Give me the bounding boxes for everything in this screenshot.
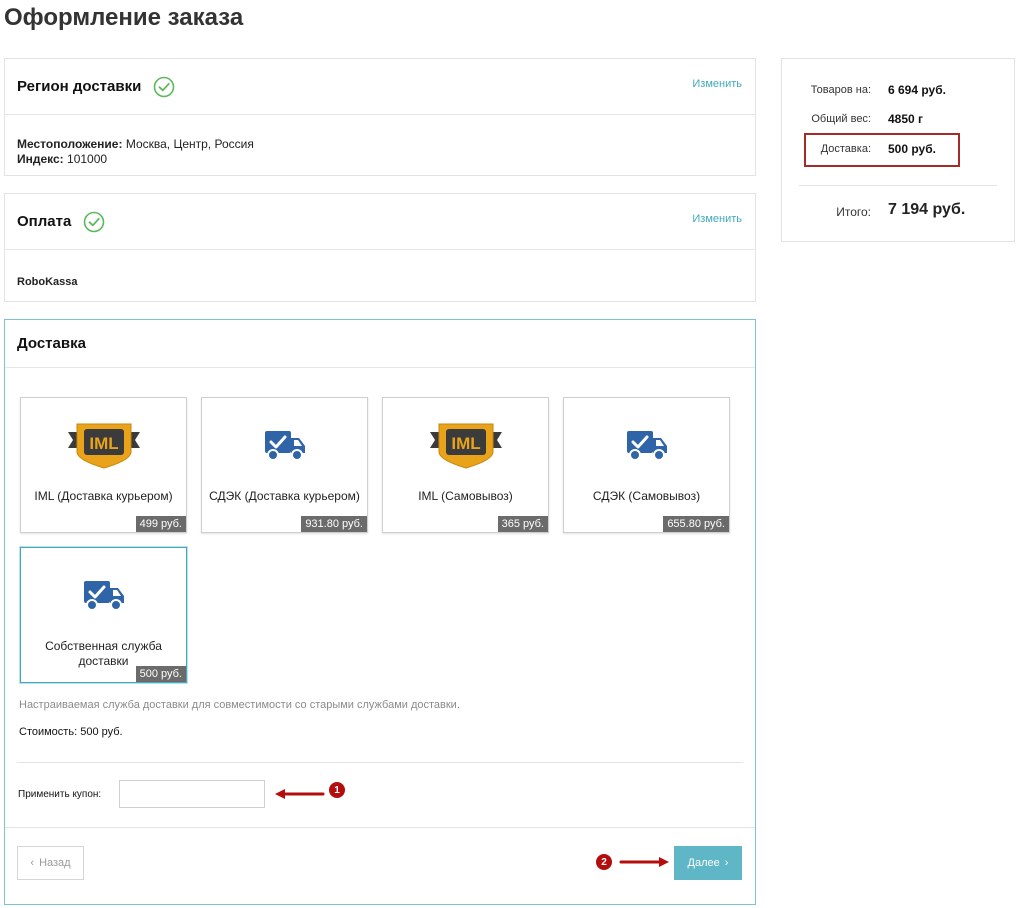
delivery-option-name: IML (Самовывоз): [418, 489, 513, 503]
index-line: Индекс: 101000: [17, 152, 743, 167]
annotation-badge-1: 1: [329, 782, 345, 798]
delivery-description: Настраиваемая служба доставки для совмес…: [19, 699, 460, 711]
delivery-actions: ‹ Назад 2 Далее ›: [5, 827, 755, 905]
location-value: Москва, Центр, Россия: [125, 137, 254, 151]
delivery-panel-header: Доставка: [5, 320, 755, 368]
delivery-option-name: IML (Доставка курьером): [34, 489, 173, 503]
delivery-option-price: 655.80 руб.: [663, 516, 729, 532]
annotation-badge-2: 2: [596, 854, 612, 870]
delivery-option-name: СДЭК (Самовывоз): [592, 489, 701, 503]
index-value: 101000: [67, 152, 108, 166]
total-value: 7 194 руб.: [888, 201, 966, 218]
truck-check-icon: [21, 568, 186, 622]
payment-panel: Оплата Изменить RoboKassa: [4, 193, 756, 302]
delivery-option-price: 500 руб.: [135, 666, 186, 682]
next-button[interactable]: Далее ›: [674, 846, 742, 880]
truck-check-icon: [564, 418, 729, 472]
truck-check-icon: [202, 418, 367, 472]
check-circle-icon: [83, 211, 105, 233]
coupon-input[interactable]: [119, 780, 265, 808]
cost-label: Стоимость:: [19, 726, 78, 738]
weight-label: Общий вес:: [811, 113, 871, 125]
back-button-label: Назад: [39, 857, 71, 869]
chevron-right-icon: ›: [724, 857, 729, 869]
region-title: Регион доставки: [17, 78, 142, 95]
weight-value: 4850 г: [888, 112, 924, 126]
check-circle-icon: [153, 76, 175, 98]
order-summary: Товаров на: 6 694 руб. Общий вес: 4850 г…: [781, 58, 1015, 242]
goods-label: Товаров на:: [810, 84, 871, 96]
delivery-option-iml-courier[interactable]: IML IML (Доставка курьером) 499 руб.: [20, 397, 187, 533]
location-label: Местоположение:: [17, 137, 123, 151]
delivery-option-cdek-courier[interactable]: СДЭК (Доставка курьером) 931.80 руб.: [201, 397, 368, 533]
payment-edit-link[interactable]: Изменить: [692, 213, 742, 225]
summary-divider: [799, 185, 997, 186]
chevron-left-icon: ‹: [30, 857, 35, 869]
total-label: Итого:: [836, 205, 871, 219]
delivery-cost: Стоимость: 500 руб.: [19, 726, 123, 738]
payment-panel-header: Оплата Изменить: [5, 194, 755, 250]
annotation-arrow-left-icon: [275, 789, 325, 799]
payment-title: Оплата: [17, 213, 72, 230]
region-details: Местоположение: Москва, Центр, Россия Ин…: [5, 115, 755, 167]
delivery-option-price: 499 руб.: [135, 516, 186, 532]
goods-value: 6 694 руб.: [888, 83, 946, 97]
delivery-option-name: Собственная служба доставки: [45, 639, 162, 668]
region-edit-link[interactable]: Изменить: [692, 78, 742, 90]
delivery-label: Доставка:: [820, 143, 871, 155]
delivery-value: 500 руб.: [888, 142, 936, 156]
iml-logo: IML: [21, 418, 186, 472]
summary-delivery-row: Доставка: 500 руб.: [782, 142, 1014, 158]
delivery-option-cdek-pickup[interactable]: СДЭК (Самовывоз) 655.80 руб.: [563, 397, 730, 533]
delivery-option-iml-pickup[interactable]: IML IML (Самовывоз) 365 руб.: [382, 397, 549, 533]
coupon-label: Применить купон:: [18, 789, 102, 800]
page-title: Оформление заказа: [4, 4, 244, 31]
location-line: Местоположение: Москва, Центр, Россия: [17, 137, 743, 152]
delivery-option-price: 365 руб.: [497, 516, 548, 532]
svg-text:IML: IML: [89, 434, 118, 453]
annotation-arrow-right-icon: [619, 857, 669, 867]
payment-method: RoboKassa: [17, 276, 78, 288]
delivery-option-own-service[interactable]: Собственная служба доставки 500 руб.: [20, 547, 187, 683]
region-panel: Регион доставки Изменить Местоположение:…: [4, 58, 756, 176]
back-button[interactable]: ‹ Назад: [17, 846, 84, 880]
index-label: Индекс:: [17, 152, 64, 166]
svg-text:IML: IML: [451, 434, 480, 453]
delivery-option-name: СДЭК (Доставка курьером): [209, 489, 360, 503]
cost-value: 500 руб.: [80, 726, 123, 738]
summary-weight-row: Общий вес: 4850 г: [782, 112, 1014, 128]
delivery-option-price: 931.80 руб.: [301, 516, 367, 532]
delivery-title: Доставка: [17, 335, 86, 352]
divider: [17, 762, 743, 763]
delivery-panel: Доставка IML IML (Доставка курьером) 499…: [4, 319, 756, 905]
region-panel-header: Регион доставки Изменить: [5, 59, 755, 115]
iml-logo: IML: [383, 418, 548, 472]
next-button-label: Далее: [687, 857, 720, 869]
summary-goods-row: Товаров на: 6 694 руб.: [782, 83, 1014, 99]
